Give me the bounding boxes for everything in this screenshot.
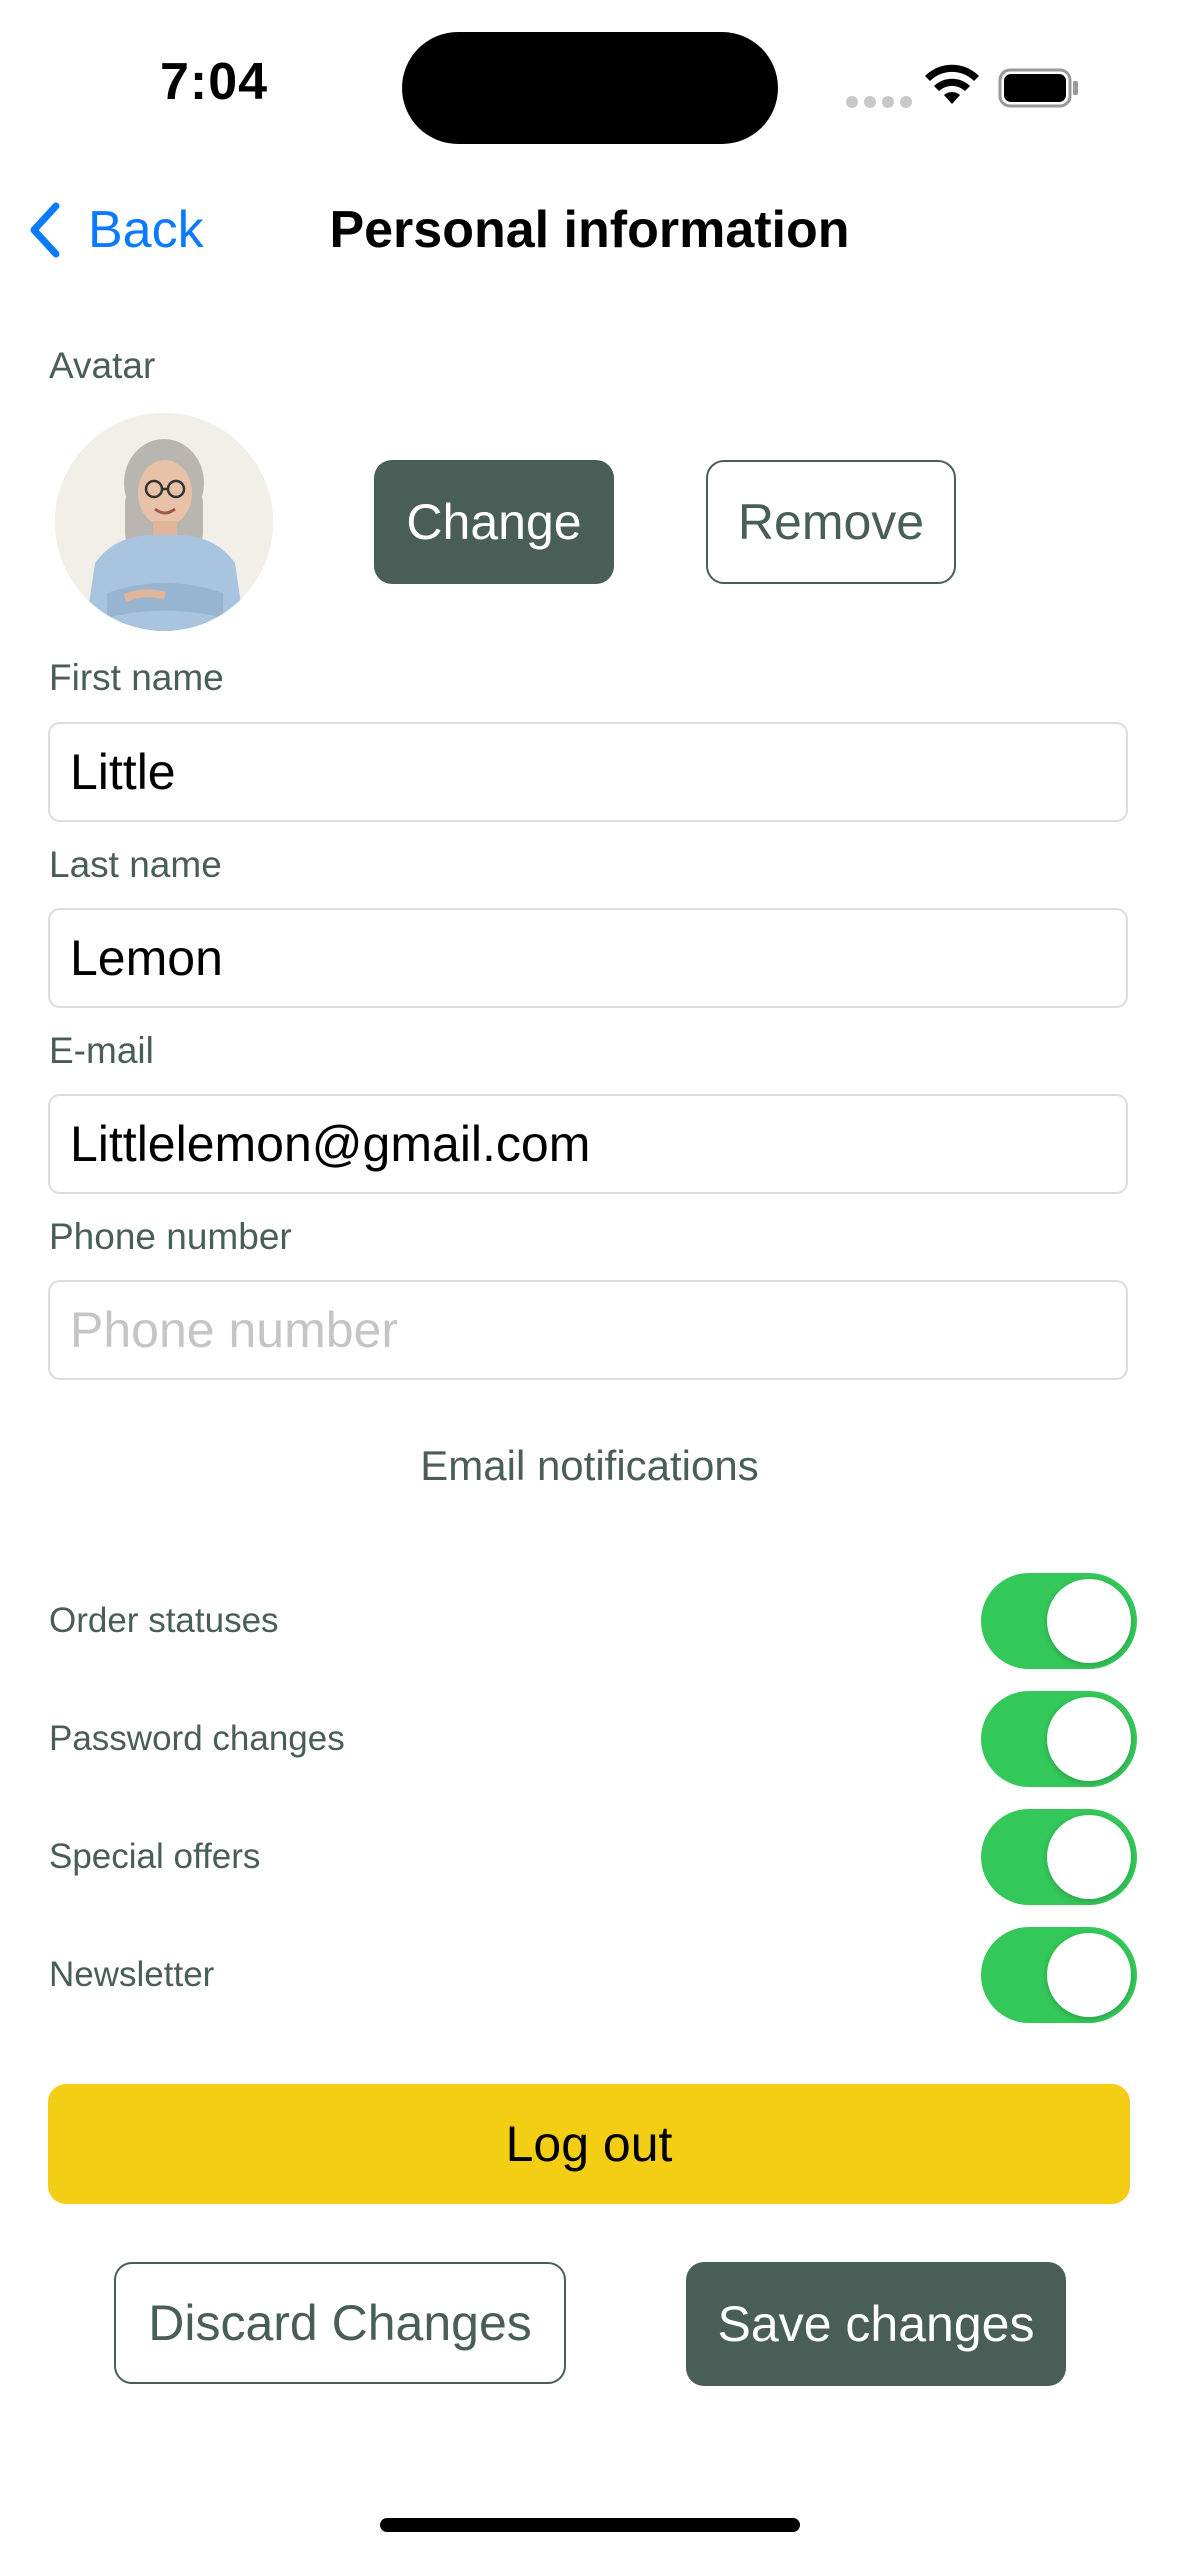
email-label: E-mail xyxy=(49,1030,154,1071)
toggle-knob xyxy=(1047,1815,1131,1899)
toggle-knob xyxy=(1047,1579,1131,1663)
battery-icon xyxy=(998,68,1078,108)
wifi-icon xyxy=(925,64,979,104)
phone-number-field[interactable] xyxy=(48,1280,1128,1380)
save-changes-button[interactable]: Save changes xyxy=(686,2262,1066,2386)
password-changes-toggle[interactable] xyxy=(981,1691,1137,1787)
notification-row-special-offers: Special offers xyxy=(49,1809,1137,1905)
notification-label: Password changes xyxy=(49,1719,345,1758)
notification-label: Special offers xyxy=(49,1837,261,1876)
log-out-button[interactable]: Log out xyxy=(48,2084,1130,2204)
last-name-field[interactable] xyxy=(48,908,1128,1008)
status-bar: 7:04 xyxy=(0,0,1179,170)
navigation-bar: Back Personal information xyxy=(0,180,1179,280)
page-title: Personal information xyxy=(329,201,850,259)
status-time: 7:04 xyxy=(160,53,269,111)
change-avatar-button[interactable]: Change xyxy=(374,460,614,584)
last-name-label: Last name xyxy=(49,844,222,885)
notification-row-order-statuses: Order statuses xyxy=(49,1573,1137,1669)
avatar-photo xyxy=(55,413,273,631)
toggle-knob xyxy=(1047,1697,1131,1781)
signal-dots-icon xyxy=(846,96,912,108)
email-notifications-heading: Email notifications xyxy=(420,1442,759,1489)
notification-label: Order statuses xyxy=(49,1601,279,1640)
discard-changes-button[interactable]: Discard Changes xyxy=(114,2262,566,2384)
newsletter-toggle[interactable] xyxy=(981,1927,1137,2023)
avatar xyxy=(55,413,273,631)
first-name-field[interactable] xyxy=(48,722,1128,822)
first-name-label: First name xyxy=(49,657,224,698)
phone-number-label: Phone number xyxy=(49,1216,292,1257)
order-statuses-toggle[interactable] xyxy=(981,1573,1137,1669)
notification-row-newsletter: Newsletter xyxy=(49,1927,1137,2023)
notification-row-password-changes: Password changes xyxy=(49,1691,1137,1787)
toggle-knob xyxy=(1047,1933,1131,2017)
email-field[interactable] xyxy=(48,1094,1128,1194)
dynamic-island xyxy=(402,32,778,144)
notification-label: Newsletter xyxy=(49,1955,215,1994)
remove-avatar-button[interactable]: Remove xyxy=(706,460,956,584)
avatar-label: Avatar xyxy=(49,345,156,386)
special-offers-toggle[interactable] xyxy=(981,1809,1137,1905)
home-indicator[interactable] xyxy=(380,2518,800,2532)
